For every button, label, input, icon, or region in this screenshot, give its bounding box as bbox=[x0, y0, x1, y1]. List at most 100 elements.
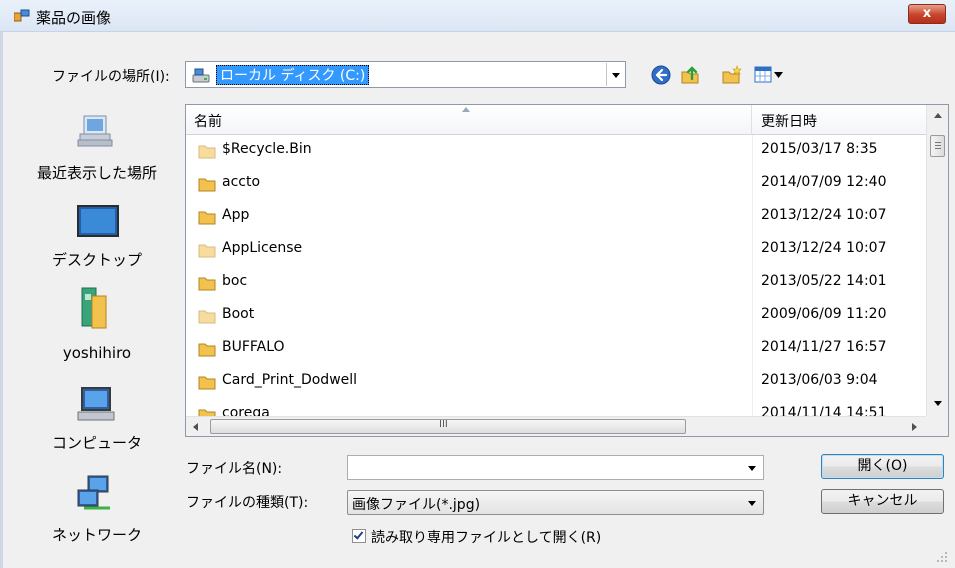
place-label-recent: 最近表示した場所 bbox=[36, 164, 157, 182]
filetype-select[interactable]: 画像ファイル(*.jpg) bbox=[347, 490, 764, 515]
file-name: $Recycle.Bin bbox=[222, 141, 312, 157]
folder-icon bbox=[198, 145, 216, 159]
new-folder-icon[interactable] bbox=[721, 64, 743, 86]
app-icon bbox=[14, 9, 30, 22]
file-rows: $Recycle.Bin 2015/03/17 8:35 accto 2014/… bbox=[186, 135, 926, 432]
vertical-scrollbar[interactable] bbox=[926, 105, 948, 417]
place-label-network: ネットワーク bbox=[51, 526, 142, 544]
folder-icon bbox=[198, 211, 216, 225]
chevron-left-icon bbox=[193, 423, 198, 431]
checkmark-icon bbox=[353, 529, 364, 540]
file-name: accto bbox=[222, 174, 261, 190]
folder-icon bbox=[198, 310, 216, 324]
scroll-right-button[interactable] bbox=[904, 417, 924, 436]
file-name: Boot bbox=[222, 306, 255, 322]
folder-icon bbox=[198, 376, 216, 390]
file-date: 2013/05/22 14:01 bbox=[761, 273, 887, 289]
folder-icon bbox=[198, 244, 216, 258]
place-recent[interactable]: 最近表示した場所 bbox=[18, 110, 176, 188]
chevron-down-icon bbox=[612, 73, 620, 78]
chevron-down-icon[interactable] bbox=[748, 466, 756, 471]
title-bar[interactable]: 薬品の画像 x bbox=[0, 0, 955, 32]
recent-places-icon bbox=[77, 115, 113, 147]
list-item[interactable]: boc 2013/05/22 14:01 bbox=[186, 267, 926, 300]
open-file-dialog: 薬品の画像 x ファイルの場所(I): ローカル ディスク (C:) 最近表示し… bbox=[0, 0, 955, 568]
scroll-down-button[interactable] bbox=[927, 393, 948, 415]
close-icon: x bbox=[922, 6, 932, 21]
file-date: 2013/12/24 10:07 bbox=[761, 240, 887, 256]
horizontal-scrollbar[interactable]: III bbox=[186, 416, 926, 436]
list-item[interactable]: accto 2014/07/09 12:40 bbox=[186, 168, 926, 201]
filename-label: ファイル名(N): bbox=[186, 461, 283, 477]
lookin-combobox[interactable]: ローカル ディスク (C:) bbox=[185, 61, 626, 88]
file-date: 2014/11/27 16:57 bbox=[761, 339, 887, 355]
place-label-desktop: デスクトップ bbox=[51, 251, 142, 269]
place-user[interactable]: yoshihiro bbox=[18, 286, 176, 366]
folder-icon bbox=[198, 178, 216, 192]
file-name: App bbox=[222, 207, 250, 223]
views-menu-icon[interactable] bbox=[754, 64, 788, 86]
scroll-up-button[interactable] bbox=[927, 105, 948, 127]
list-item[interactable]: App 2013/12/24 10:07 bbox=[186, 201, 926, 234]
close-button[interactable]: x bbox=[908, 4, 946, 24]
back-icon[interactable] bbox=[650, 64, 672, 86]
file-name: boc bbox=[222, 273, 248, 289]
lookin-label: ファイルの場所(I): bbox=[52, 69, 170, 85]
desktop-icon bbox=[77, 205, 119, 237]
place-label-computer: コンピュータ bbox=[51, 434, 142, 452]
file-list[interactable]: 名前 更新日時 $Recycle.Bin 2015/03/17 8:35 acc… bbox=[185, 104, 949, 437]
grip-line bbox=[935, 142, 941, 143]
user-folder-icon bbox=[81, 287, 107, 329]
filetype-label: ファイルの種類(T): bbox=[186, 495, 309, 511]
column-header-date[interactable]: 更新日時 bbox=[753, 105, 926, 135]
file-date: 2013/06/03 9:04 bbox=[761, 372, 878, 388]
drive-icon bbox=[192, 68, 210, 83]
network-icon bbox=[77, 475, 110, 510]
sort-ascending-icon bbox=[462, 107, 470, 112]
scroll-left-button[interactable] bbox=[186, 417, 206, 436]
chevron-down-icon bbox=[934, 401, 942, 406]
filetype-value: 画像ファイル(*.jpg) bbox=[352, 497, 481, 513]
list-item[interactable]: Boot 2009/06/09 11:20 bbox=[186, 300, 926, 333]
window-border bbox=[0, 32, 3, 568]
place-network[interactable]: ネットワーク bbox=[18, 474, 176, 548]
filename-input[interactable] bbox=[347, 455, 764, 480]
column-name-label: 名前 bbox=[194, 114, 222, 130]
file-name: AppLicense bbox=[222, 240, 303, 256]
list-item[interactable]: $Recycle.Bin 2015/03/17 8:35 bbox=[186, 135, 926, 168]
vertical-scroll-thumb[interactable] bbox=[930, 135, 945, 157]
file-date: 2009/06/09 11:20 bbox=[761, 306, 887, 322]
window-title: 薬品の画像 bbox=[36, 9, 112, 27]
list-item[interactable]: BUFFALO 2014/11/27 16:57 bbox=[186, 333, 926, 366]
places-bar: 最近表示した場所 デスクトップ yoshihiro コンピュータ ネットワーク bbox=[18, 100, 176, 560]
place-label-user: yoshihiro bbox=[62, 344, 132, 362]
file-date: 2013/12/24 10:07 bbox=[761, 207, 887, 223]
column-date-label: 更新日時 bbox=[761, 114, 817, 130]
list-item[interactable]: AppLicense 2013/12/24 10:07 bbox=[186, 234, 926, 267]
file-name: BUFFALO bbox=[222, 339, 285, 355]
list-header: 名前 更新日時 bbox=[186, 105, 926, 135]
up-folder-icon[interactable] bbox=[679, 64, 701, 86]
chevron-right-icon bbox=[912, 423, 917, 431]
chevron-up-icon bbox=[934, 113, 942, 118]
readonly-checkbox[interactable] bbox=[352, 529, 366, 543]
file-name: Card_Print_Dodwell bbox=[222, 372, 358, 388]
grip-line bbox=[935, 148, 941, 149]
list-item[interactable]: Card_Print_Dodwell 2013/06/03 9:04 bbox=[186, 366, 926, 399]
lookin-value: ローカル ディスク (C:) bbox=[216, 65, 370, 85]
folder-icon bbox=[198, 277, 216, 291]
horizontal-scroll-thumb[interactable]: III bbox=[210, 419, 686, 434]
open-button[interactable]: 開く(O) bbox=[821, 454, 944, 479]
scroll-grip: III bbox=[439, 419, 448, 430]
column-header-name[interactable]: 名前 bbox=[186, 105, 752, 135]
file-date: 2015/03/17 8:35 bbox=[761, 141, 878, 157]
resize-grip-icon[interactable] bbox=[935, 552, 949, 564]
folder-icon bbox=[198, 343, 216, 357]
cancel-button[interactable]: キャンセル bbox=[821, 489, 944, 514]
lookin-dropdown-button[interactable] bbox=[606, 63, 624, 86]
chevron-down-icon bbox=[748, 501, 756, 506]
readonly-label[interactable]: 読み取り専用ファイルとして開く(R) bbox=[371, 527, 601, 547]
scrollbar-corner bbox=[926, 416, 948, 436]
place-desktop[interactable]: デスクトップ bbox=[18, 204, 176, 274]
place-computer[interactable]: コンピュータ bbox=[18, 384, 176, 454]
